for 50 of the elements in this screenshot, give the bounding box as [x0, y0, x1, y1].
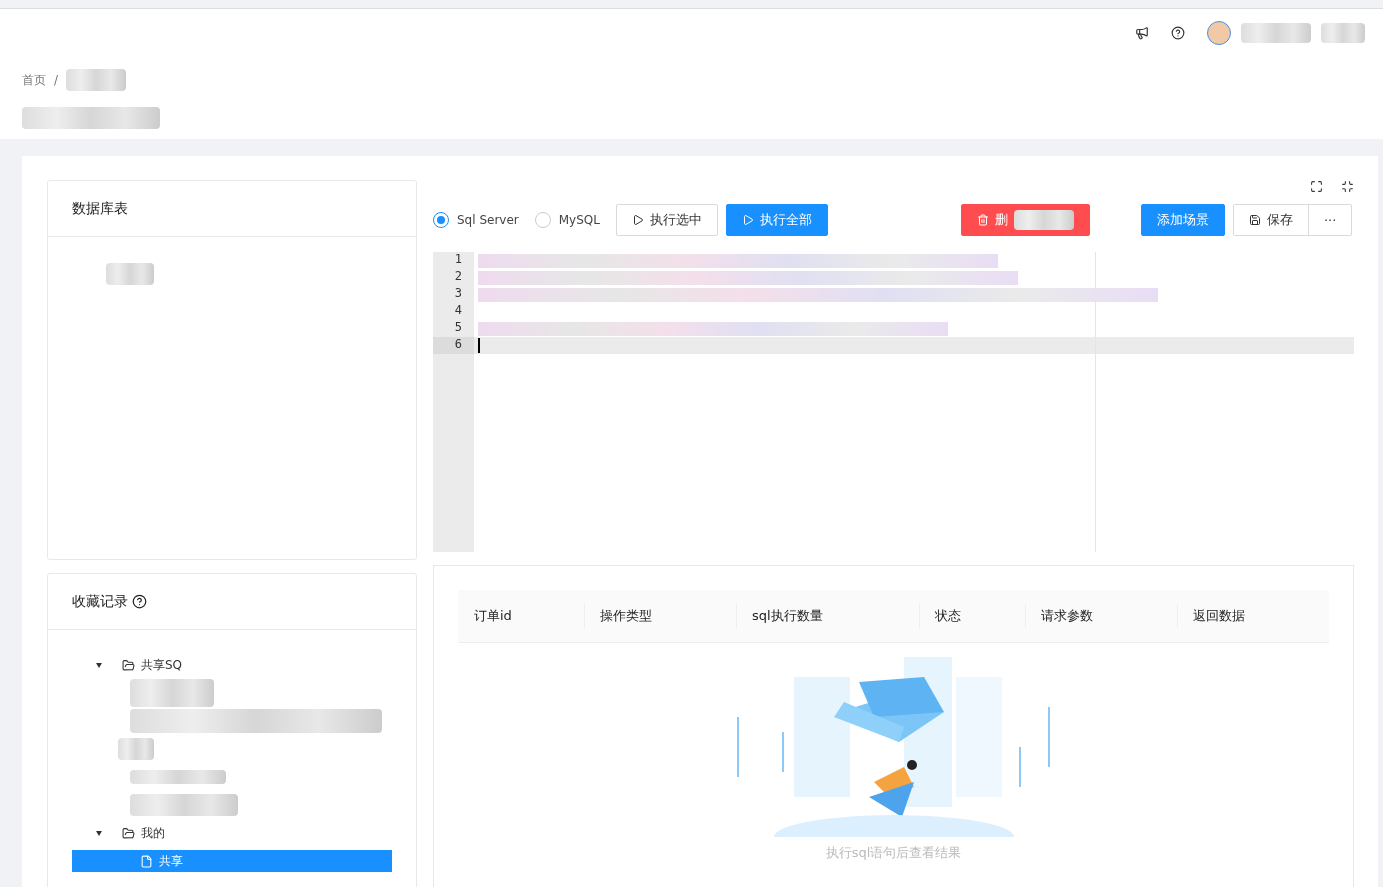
more-button[interactable]: ···: [1307, 204, 1353, 236]
avatar[interactable]: [1207, 21, 1231, 45]
blurred-breadcrumb: [66, 69, 127, 91]
blurred-label: [1013, 210, 1074, 230]
folder-icon: [122, 826, 135, 840]
trash-icon: [976, 214, 989, 226]
line-number: 3: [453, 286, 463, 302]
blurred-account: [1321, 23, 1365, 43]
panel-title: 数据库表: [72, 199, 128, 218]
tree-label: 共享SQ: [141, 656, 183, 674]
blurred-table-name: [106, 263, 154, 285]
file-icon: [140, 854, 153, 868]
line-number: 5: [453, 320, 463, 336]
caret-icon[interactable]: [96, 830, 102, 836]
play-icon: [631, 214, 644, 226]
blurred-username: [1241, 23, 1311, 43]
panel-title: 收藏记录: [72, 592, 128, 611]
blurred-item: [118, 738, 154, 760]
tree-folder[interactable]: 我的: [72, 822, 392, 844]
code-editor[interactable]: 1 2 3 4 5 6: [433, 252, 1354, 552]
line-number: 6: [433, 337, 474, 354]
tree-folder[interactable]: 共享SQ: [72, 654, 392, 676]
collapse-icon[interactable]: [1341, 180, 1354, 193]
column-header: 请求参数: [1025, 604, 1177, 628]
tree-label: 共享: [159, 852, 183, 870]
toolbar-button[interactable]: 保存: [1232, 204, 1309, 236]
column-header: 订单id: [473, 607, 513, 625]
db-type-radio[interactable]: MySQL: [534, 212, 600, 228]
breadcrumb-link[interactable]: 首页: [22, 71, 46, 89]
column-header: sql执行数量: [736, 604, 919, 628]
play-icon: [741, 214, 754, 226]
empty-message: 执行sql语句后查看结果: [825, 844, 962, 862]
db-type-radio[interactable]: Sql Server: [433, 212, 519, 228]
line-number: 2: [453, 269, 463, 285]
toolbar-button[interactable]: 执行选中: [615, 204, 718, 236]
breadcrumb-separator: /: [54, 73, 59, 87]
caret-icon[interactable]: [96, 662, 102, 668]
line-number: 4: [453, 303, 463, 319]
expand-icon[interactable]: [1310, 180, 1323, 193]
folder-icon: [122, 658, 135, 672]
tree-label: 我的: [141, 824, 165, 842]
line-number: 1: [453, 252, 463, 268]
help-icon[interactable]: [1171, 26, 1185, 40]
help-icon[interactable]: [132, 594, 147, 609]
save-icon: [1248, 214, 1261, 226]
text-cursor: [478, 338, 480, 353]
column-header: 操作类型: [584, 604, 736, 628]
column-header: 返回数据: [1177, 604, 1329, 628]
column-header: 状态: [919, 604, 1025, 628]
megaphone-icon[interactable]: [1135, 26, 1149, 40]
